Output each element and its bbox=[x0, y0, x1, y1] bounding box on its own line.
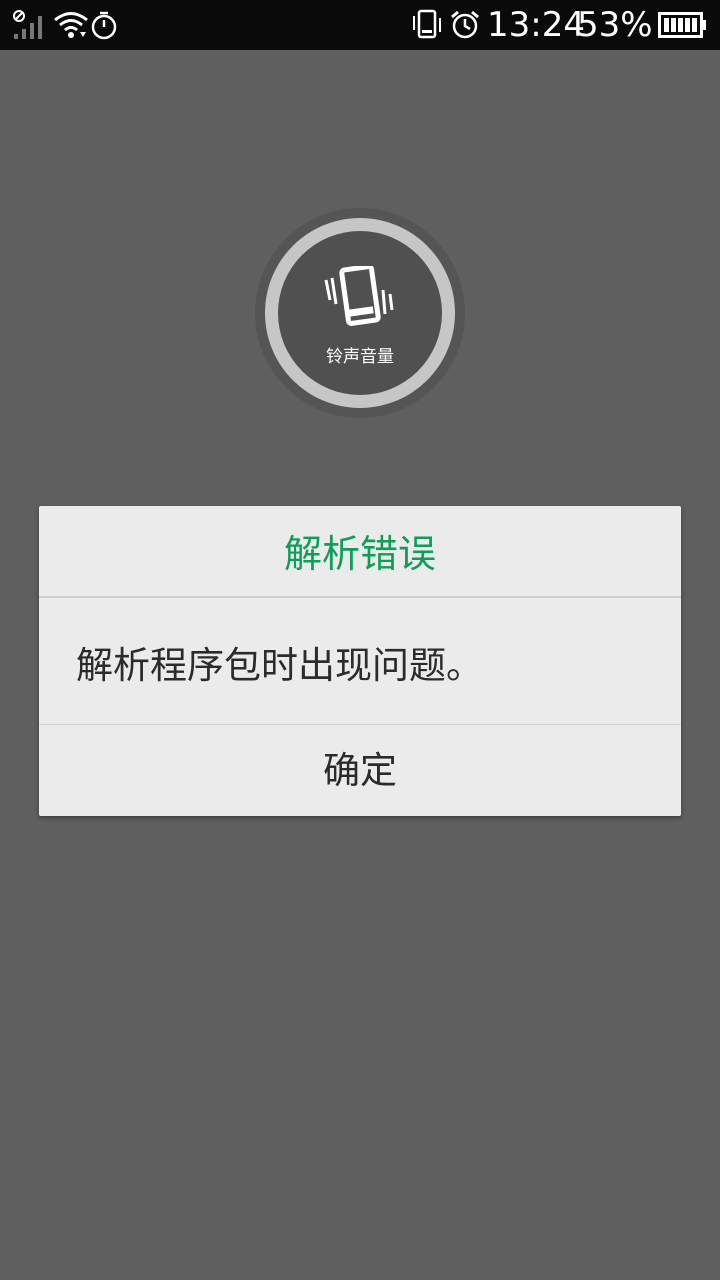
vibrate-icon bbox=[410, 0, 444, 50]
dialog-title: 解析错误 bbox=[283, 532, 436, 576]
status-bar: 13:24 53% bbox=[0, 0, 720, 50]
no-sim-signal-icon bbox=[12, 0, 48, 50]
ok-button[interactable]: 确定 bbox=[39, 725, 681, 816]
timer-icon bbox=[90, 0, 118, 50]
alarm-icon bbox=[449, 0, 481, 50]
battery-icon bbox=[658, 0, 708, 50]
parse-error-dialog: 解析错误 解析程序包时出现问题。 确定 bbox=[39, 506, 681, 816]
ringer-volume-panel: 铃声音量 bbox=[255, 208, 465, 418]
dialog-title-divider bbox=[39, 596, 681, 598]
battery-percent: 53% bbox=[577, 5, 653, 45]
vibrate-phone-icon bbox=[323, 264, 397, 332]
dialog-message: 解析程序包时出现问题。 bbox=[76, 644, 483, 687]
wifi-icon bbox=[53, 0, 89, 50]
volume-panel-label: 铃声音量 bbox=[326, 347, 394, 367]
clock-time: 13:24 bbox=[487, 5, 585, 45]
